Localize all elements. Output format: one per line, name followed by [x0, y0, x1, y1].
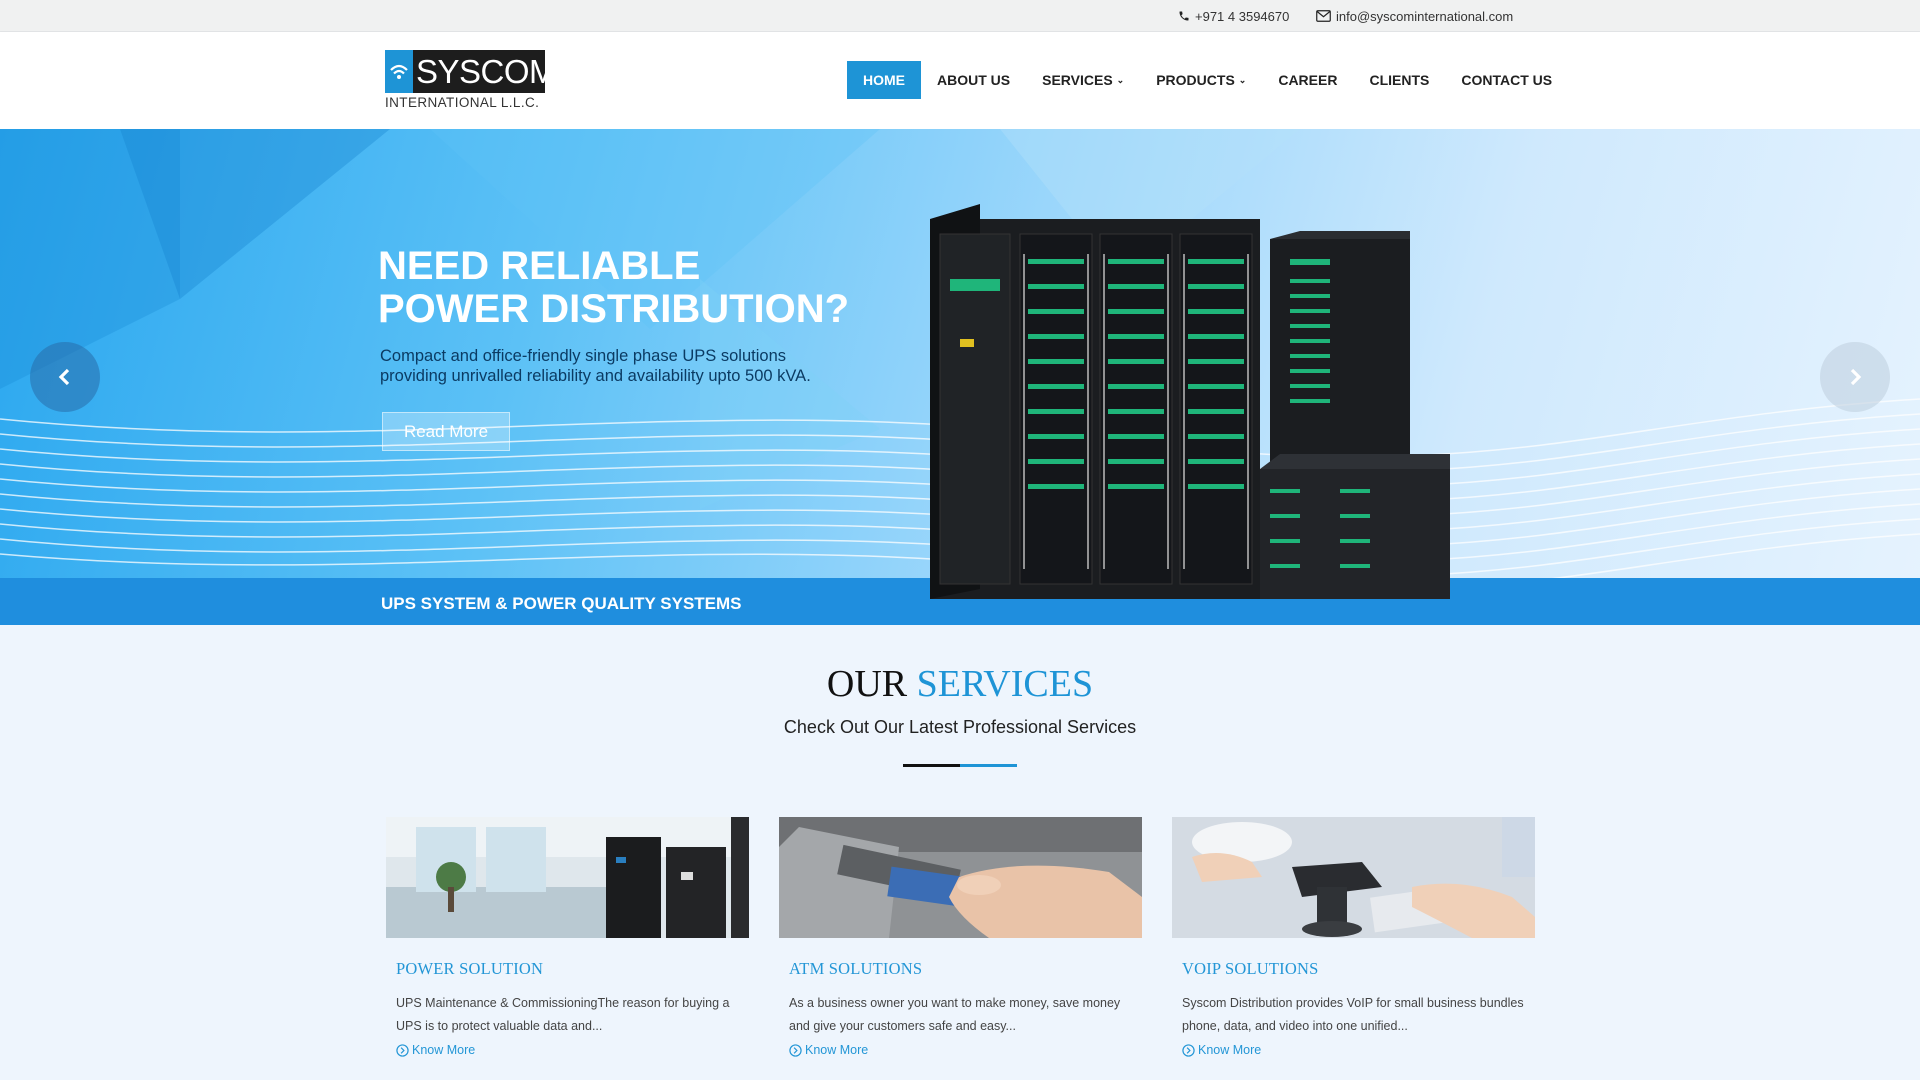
main-nav: HOME ABOUT US SERVICES ⌄ PRODUCTS ⌄ CAREER…	[847, 61, 1568, 99]
nav-services[interactable]: SERVICES ⌄	[1026, 61, 1140, 99]
slider-prev-button[interactable]	[30, 342, 100, 412]
card-description: Syscom Distribution provides VoIP for sm…	[1182, 996, 1524, 1033]
card-title[interactable]: ATM SOLUTIONS	[789, 959, 922, 979]
know-more-label: Know More	[1198, 1043, 1262, 1057]
nav-career[interactable]: CAREER	[1262, 61, 1353, 99]
service-card-atm: ATM SOLUTIONS As a business owner you wa…	[779, 817, 1142, 1080]
voip-solution-image	[1172, 817, 1535, 938]
phone-icon	[1179, 11, 1189, 21]
nav-label: CLIENTS	[1369, 72, 1430, 88]
hero-subtitle: Compact and office-friendly single phase…	[380, 346, 900, 386]
nav-home[interactable]: HOME	[847, 61, 921, 99]
read-more-button[interactable]: Read More	[382, 412, 510, 451]
chevron-right-icon	[1850, 368, 1862, 386]
nav-label: SERVICES	[1042, 72, 1113, 88]
card-title[interactable]: POWER SOLUTION	[396, 959, 543, 979]
card-title[interactable]: VOIP SOLUTIONS	[1182, 959, 1318, 979]
circle-chevron-right-icon	[789, 1043, 802, 1057]
hero-subtitle-line1: Compact and office-friendly single phase…	[380, 347, 786, 365]
wifi-icon	[390, 64, 408, 79]
logo-subtitle: INTERNATIONAL L.L.C.	[385, 95, 540, 110]
top-contact-bar: +971 4 3594670 info@syscominternational.…	[0, 0, 1920, 32]
atm-solution-image	[779, 817, 1142, 938]
nav-about-us[interactable]: ABOUT US	[921, 61, 1026, 99]
hero-title-line2: POWER DISTRIBUTION?	[378, 287, 850, 331]
nav-contact-us[interactable]: CONTACT US	[1445, 61, 1568, 99]
email-address: info@syscominternational.com	[1336, 8, 1514, 24]
hero-slider: UPS SYSTEM & POWER QUALITY SYSTEMS NEED …	[0, 129, 1920, 625]
chevron-left-icon	[58, 368, 70, 386]
card-description: UPS Maintenance & CommissioningThe reaso…	[396, 996, 730, 1033]
syscom-logo[interactable]: SYSCOM INTERNATIONAL L.L.C.	[385, 50, 557, 112]
service-card-voip: VOIP SOLUTIONS Syscom Distribution provi…	[1172, 817, 1535, 1080]
envelope-icon	[1316, 10, 1331, 22]
chevron-down-icon: ⌄	[1238, 74, 1247, 85]
nav-label: ABOUT US	[937, 72, 1011, 88]
nav-label: HOME	[863, 72, 905, 88]
hero-caption: UPS SYSTEM & POWER QUALITY SYSTEMS	[381, 594, 742, 613]
hero-subtitle-line2: providing unrivalled reliability and ava…	[380, 367, 811, 385]
know-more-link[interactable]: Know More	[396, 1043, 475, 1057]
services-heading: OUR SERVICES	[0, 662, 1920, 706]
phone-number: +971 4 3594670	[1195, 8, 1290, 24]
know-more-label: Know More	[805, 1043, 869, 1057]
hero-title: NEED RELIABLE POWER DISTRIBUTION?	[378, 245, 938, 331]
chevron-down-icon: ⌄	[1116, 74, 1125, 85]
service-card-power: POWER SOLUTION UPS Maintenance & Commiss…	[386, 817, 749, 1080]
nav-clients[interactable]: CLIENTS	[1353, 61, 1445, 99]
know-more-link[interactable]: Know More	[1182, 1043, 1261, 1057]
services-heading-b: SERVICES	[916, 663, 1094, 705]
nav-products[interactable]: PRODUCTS ⌄	[1140, 61, 1262, 99]
phone-contact[interactable]: +971 4 3594670	[1178, 0, 1289, 32]
section-divider	[903, 764, 1017, 767]
power-solution-image	[386, 817, 749, 938]
ups-rack-image	[930, 204, 1450, 599]
nav-label: PRODUCTS	[1156, 72, 1235, 88]
email-contact[interactable]: info@syscominternational.com	[1316, 0, 1513, 32]
circle-chevron-right-icon	[396, 1043, 409, 1057]
circle-chevron-right-icon	[1182, 1043, 1195, 1057]
slider-next-button[interactable]	[1820, 342, 1890, 412]
nav-label: CONTACT US	[1461, 72, 1553, 88]
logo-wordmark: SYSCOM	[416, 53, 557, 90]
know-more-label: Know More	[412, 1043, 476, 1057]
nav-label: CAREER	[1278, 72, 1338, 88]
services-heading-a: OUR	[826, 663, 908, 705]
logo-mark	[385, 50, 413, 93]
services-subheading: Check Out Our Latest Professional Servic…	[783, 717, 1137, 737]
card-description: As a business owner you want to make mon…	[789, 996, 1121, 1033]
site-header: SYSCOM INTERNATIONAL L.L.C. HOME ABOUT U…	[0, 32, 1920, 129]
know-more-link[interactable]: Know More	[789, 1043, 868, 1057]
hero-title-line1: NEED RELIABLE	[378, 244, 701, 288]
